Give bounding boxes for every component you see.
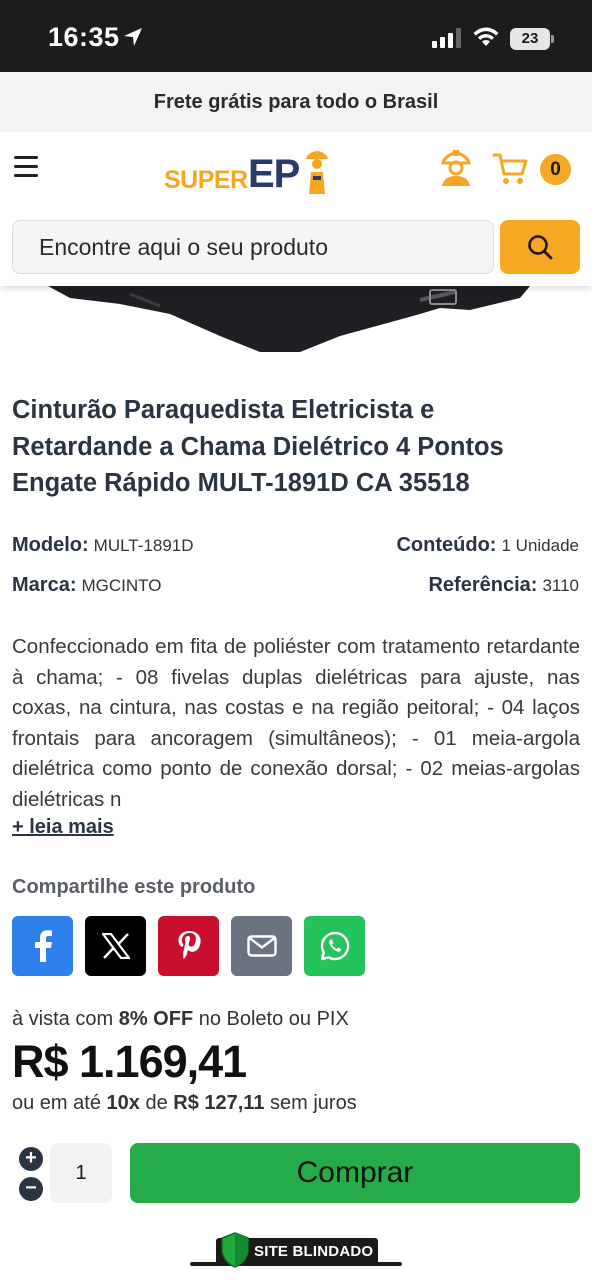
search-button[interactable] (500, 220, 580, 274)
price-note-prefix: à vista com (12, 1008, 119, 1030)
email-icon (246, 935, 277, 957)
status-time: 16:35 (48, 22, 120, 52)
installments-text: ou em até 10x de R$ 127,11 sem juros (12, 1092, 357, 1115)
price-note: à vista com 8% OFF no Boleto ou PIX (12, 1008, 349, 1031)
inst-count: 10x (106, 1092, 140, 1114)
spec-referencia: Referência: 3110 (428, 574, 579, 597)
quantity-input[interactable]: 1 (50, 1143, 112, 1203)
search-input[interactable]: Encontre aqui o seu produto (12, 220, 494, 274)
logo-ep-text: EP (248, 152, 300, 196)
shield-icon (221, 1232, 249, 1268)
quantity-increase-button[interactable]: + (19, 1147, 43, 1171)
facebook-icon (34, 930, 52, 962)
location-arrow-icon (124, 28, 142, 46)
share-x-button[interactable] (85, 916, 146, 976)
buy-button[interactable]: Comprar (130, 1143, 580, 1203)
quantity-decrease-button[interactable]: − (19, 1177, 43, 1201)
spec-marca-label: Marca: (12, 574, 77, 596)
wifi-icon (473, 27, 499, 46)
read-more-link[interactable]: + leia mais (12, 816, 114, 839)
cart-count-badge[interactable]: 0 (540, 154, 571, 185)
share-facebook-button[interactable] (12, 916, 73, 976)
share-email-button[interactable] (231, 916, 292, 976)
battery-level: 23 (510, 28, 550, 50)
site-blindado-badge[interactable]: SITE BLINDADO (190, 1232, 402, 1272)
spec-modelo-label: Modelo: (12, 534, 89, 556)
spec-referencia-label: Referência: (428, 574, 538, 596)
search-icon (528, 235, 553, 260)
account-worker-icon[interactable] (436, 144, 476, 188)
menu-icon[interactable] (14, 156, 40, 178)
product-title: Cinturão Paraquedista Eletricista e Reta… (12, 396, 504, 497)
spec-referencia-value: 3110 (542, 576, 579, 595)
inst-mid: de (139, 1092, 174, 1114)
signal-icon (432, 28, 461, 48)
spec-marca-value: MGCINTO (81, 576, 162, 595)
spec-modelo: Modelo: MULT-1891D (12, 534, 194, 557)
spec-modelo-value: MULT-1891D (93, 536, 194, 555)
share-whatsapp-button[interactable] (304, 916, 365, 976)
battery-icon: 23 (510, 28, 554, 50)
x-icon (101, 933, 130, 959)
spec-marca: Marca: MGCINTO (12, 574, 161, 597)
inst-prefix: ou em até (12, 1092, 107, 1114)
site-header: SUPER EP 0 Encontre aqui o seu produto (0, 132, 592, 286)
spec-conteudo: Conteúdo: 1 Unidade (396, 534, 579, 557)
discount-text: 8% OFF (118, 1008, 194, 1030)
logo-worker-icon (306, 151, 328, 194)
product-image[interactable] (0, 286, 592, 366)
pinterest-icon (178, 931, 201, 959)
share-title: Compartilhe este produto (12, 876, 256, 898)
cart-icon[interactable] (492, 152, 528, 186)
site-logo[interactable]: SUPER EP (164, 144, 334, 198)
price-note-suffix: no Boleto ou PIX (193, 1008, 349, 1030)
status-bar: 16:35 23 (0, 0, 592, 72)
inst-value: R$ 127,11 (173, 1092, 265, 1114)
spec-conteudo-value: 1 Unidade (501, 536, 579, 555)
promo-banner: Frete grátis para todo o Brasil (0, 72, 592, 132)
logo-super-text: SUPER (164, 166, 248, 194)
spec-conteudo-label: Conteúdo: (396, 534, 497, 556)
whatsapp-icon (320, 931, 349, 961)
product-description: Confeccionado em fita de poliéster com t… (12, 635, 580, 811)
product-price: R$ 1.169,41 (12, 1036, 247, 1087)
inst-suffix: sem juros (264, 1092, 357, 1114)
share-pinterest-button[interactable] (158, 916, 219, 976)
